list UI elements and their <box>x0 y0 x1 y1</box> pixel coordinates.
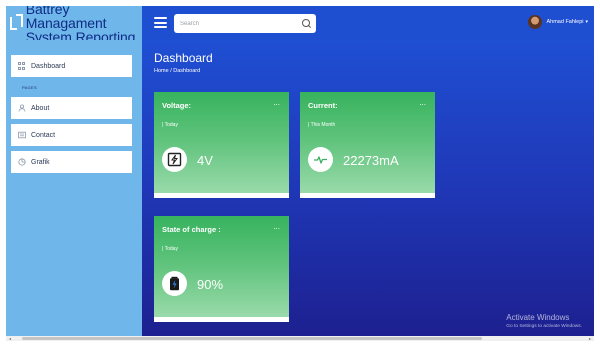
app-window: Battrey Managament System Reporting Ahma… <box>6 6 594 341</box>
card-menu-icon[interactable]: ... <box>273 98 280 107</box>
sidebar-item-about[interactable]: About <box>11 97 132 119</box>
person-icon <box>18 104 26 112</box>
sidebar-item-label: Grafik <box>31 158 50 166</box>
app-title: Battrey Managament System Reporting <box>26 6 142 44</box>
card-value: 4V <box>197 153 213 168</box>
chart-icon <box>18 158 26 166</box>
card-menu-icon[interactable]: ... <box>419 98 426 107</box>
sidebar-item-dashboard[interactable]: Dashboard <box>11 55 132 77</box>
voltage-icon <box>162 147 187 172</box>
current-card: Current: ... | This Month 22273mA <box>300 92 435 198</box>
breadcrumb[interactable]: Home / Dashboard <box>154 68 200 74</box>
user-menu[interactable]: Ahmad Fahlepi ▾ <box>528 15 588 29</box>
watermark-title: Activate Windows <box>506 313 570 322</box>
pulse-icon <box>308 147 333 172</box>
sidebar-item-grafik[interactable]: Grafik <box>11 151 132 173</box>
scroll-left-icon[interactable]: ◂ <box>9 336 11 341</box>
search-input[interactable] <box>174 14 316 33</box>
avatar[interactable] <box>528 15 543 29</box>
user-name[interactable]: Ahmad Fahlepi <box>546 19 583 25</box>
logo-icon <box>10 14 23 32</box>
card-value: 90% <box>197 277 224 292</box>
card-title: Current: <box>308 101 338 110</box>
scroll-right-icon[interactable]: ▸ <box>589 336 591 341</box>
card-subtitle: | Today <box>162 246 178 252</box>
sidebar-item-label: Contact <box>31 131 56 139</box>
voltage-card: Voltage: ... | Today 4V <box>154 92 289 198</box>
sidebar-item-label: About <box>31 104 50 112</box>
sidebar: Dashboard PAGES About Contact Grafik <box>6 40 142 341</box>
chevron-down-icon[interactable]: ▾ <box>585 19 588 25</box>
main-content: Dashboard Home / Dashboard Voltage: ... … <box>142 40 594 341</box>
scrollbar-thumb[interactable] <box>22 337 482 340</box>
horizontal-scrollbar[interactable]: ◂ ▸ <box>6 336 594 341</box>
sidebar-item-contact[interactable]: Contact <box>11 124 132 146</box>
app-title-line1: Battrey Managament <box>25 6 107 31</box>
card-subtitle: | This Month <box>308 122 336 128</box>
contact-card-icon <box>18 131 26 139</box>
grid-icon <box>18 62 26 70</box>
state-of-charge-card: State of charge : ... | Today 90% <box>154 216 289 322</box>
card-value: 22273mA <box>343 153 399 168</box>
card-title: Voltage: <box>162 101 192 110</box>
top-header: Battrey Managament System Reporting Ahma… <box>6 6 594 44</box>
card-title: State of charge : <box>162 225 221 234</box>
card-menu-icon[interactable]: ... <box>273 222 280 231</box>
sidebar-item-label: Dashboard <box>31 62 66 70</box>
activate-windows-watermark: Activate Windows Go to Settings to activ… <box>506 313 582 329</box>
brand[interactable]: Battrey Managament System Reporting <box>6 6 142 44</box>
menu-toggle-icon[interactable] <box>154 17 167 28</box>
page-title: Dashboard <box>154 51 213 65</box>
battery-charging-icon <box>162 271 187 296</box>
watermark-subtitle: Go to Settings to activate Windows. <box>506 324 582 329</box>
sidebar-section-label: PAGES <box>22 85 37 90</box>
card-subtitle: | Today <box>162 122 178 128</box>
search-icon[interactable] <box>302 19 310 27</box>
